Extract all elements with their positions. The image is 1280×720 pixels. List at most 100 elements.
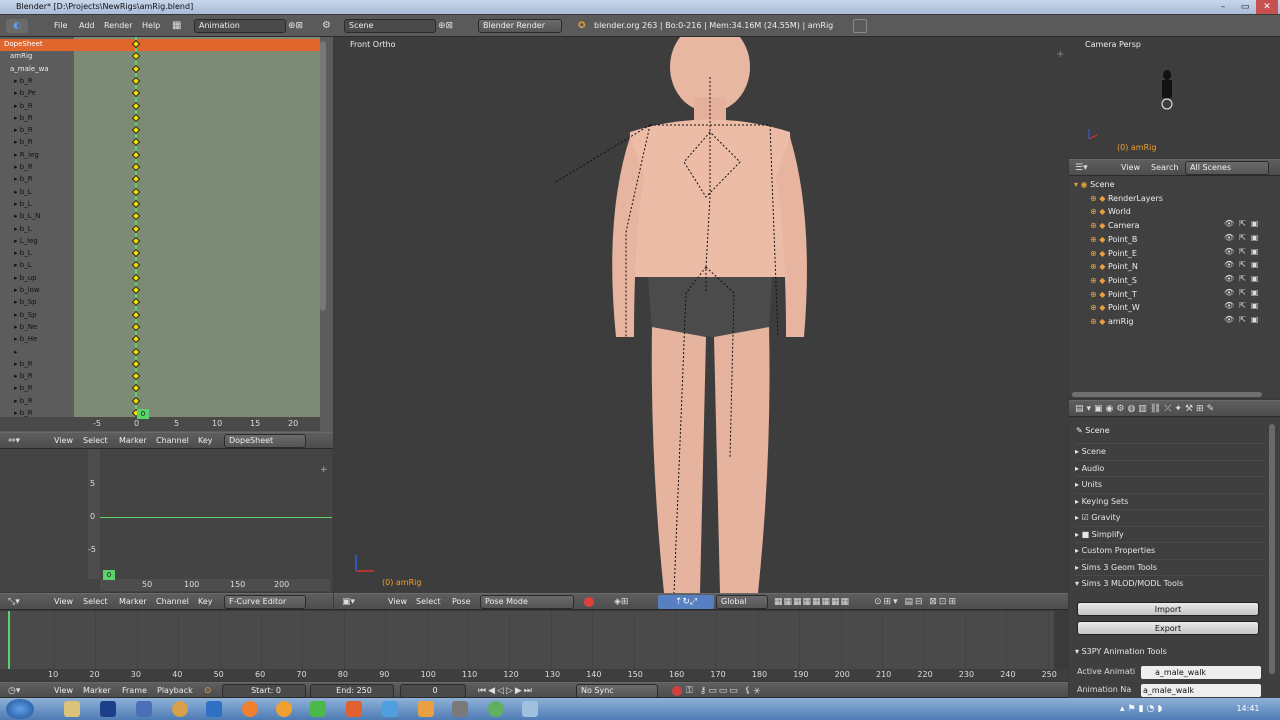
- outliner-menu-search[interactable]: Search: [1151, 160, 1178, 176]
- properties-panel-header[interactable]: ▸ Units: [1075, 476, 1265, 492]
- editor-type-icon[interactable]: ◐: [6, 19, 28, 33]
- dopesheet-channel-row[interactable]: ▸ b_L: [14, 224, 82, 235]
- blender-taskbar-icon[interactable]: [418, 701, 434, 717]
- app-taskbar-icon-5[interactable]: [488, 701, 504, 717]
- dopesheet-summary-row[interactable]: DopeSheet: [4, 39, 72, 50]
- dope-menu-view[interactable]: View: [54, 433, 73, 449]
- animation-name-field[interactable]: a_male_walk: [1141, 684, 1261, 697]
- system-tray-icons[interactable]: ▴⚑▮◔◗: [1120, 702, 1216, 716]
- outliner-scrollbar[interactable]: [1072, 392, 1262, 397]
- sync-mode-dropdown[interactable]: No Sync: [576, 684, 658, 698]
- outliner-item[interactable]: ▾ ◉ Scene: [1074, 178, 1264, 191]
- app-taskbar-icon-1[interactable]: [310, 701, 326, 717]
- playback-controls[interactable]: ⏮◀◁▷▶⏭: [478, 684, 570, 698]
- photoshop-taskbar-icon[interactable]: [100, 701, 116, 717]
- timeline-menu-marker[interactable]: Marker: [83, 683, 111, 699]
- dopesheet-channel-row[interactable]: ▸ b_Pe: [14, 88, 82, 99]
- menu-render[interactable]: Render: [104, 15, 132, 37]
- dopesheet-object-row[interactable]: amRig: [10, 51, 78, 62]
- 3d-viewport[interactable]: Front Ortho + (0) amRig: [334, 37, 1068, 593]
- dope-menu-select[interactable]: Select: [83, 433, 108, 449]
- anim-panel-header[interactable]: ▾ S3PY Animation Tools: [1075, 644, 1265, 660]
- dopesheet-editor-icon[interactable]: ⇔▾: [8, 435, 30, 447]
- browser-taskbar-icon[interactable]: [276, 701, 292, 717]
- visibility-icons[interactable]: 👁⇱▣: [1224, 315, 1263, 324]
- layout-field[interactable]: Animation: [194, 19, 286, 33]
- menu-file[interactable]: File: [54, 15, 67, 37]
- pin-icon[interactable]: ✎: [1076, 426, 1085, 435]
- dopesheet-channel-row[interactable]: ▸ b_L: [14, 248, 82, 259]
- dopesheet-channel-row[interactable]: ▸ b_R: [14, 383, 82, 394]
- dopesheet-channel-row[interactable]: ▸ b_R: [14, 371, 82, 382]
- dopesheet-channel-row[interactable]: ▸ b_R: [14, 125, 82, 136]
- properties-panel-header[interactable]: ▸ Sims 3 Geom Tools: [1075, 558, 1265, 575]
- dopesheet-ruler[interactable]: -5 0 5 10 15 20: [0, 417, 320, 431]
- record-icon[interactable]: [672, 686, 682, 696]
- graph-menu-marker[interactable]: Marker: [119, 594, 147, 610]
- end-frame-field[interactable]: End: 250: [310, 684, 394, 698]
- timeline-menu-frame[interactable]: Frame: [122, 683, 147, 699]
- visibility-icons[interactable]: 👁⇱▣: [1224, 260, 1263, 269]
- properties-panel-header[interactable]: ▸ Scene: [1075, 443, 1265, 459]
- current-frame-field[interactable]: 0: [400, 684, 466, 698]
- dopesheet-channel-row[interactable]: ▸ b_L_N: [14, 211, 82, 222]
- outliner-menu-view[interactable]: View: [1121, 160, 1140, 176]
- dopesheet-channel-row[interactable]: ▸ b_R: [14, 76, 82, 87]
- camera-viewport[interactable]: Camera Persp (0) amRig: [1069, 37, 1280, 158]
- dopesheet-action-row[interactable]: a_male_wa: [10, 64, 78, 75]
- dope-menu-key[interactable]: Key: [198, 433, 213, 449]
- dopesheet-channel-row[interactable]: ▸ b_L: [14, 260, 82, 271]
- scene-field[interactable]: Scene: [344, 19, 436, 33]
- save-taskbar-icon[interactable]: [136, 701, 152, 717]
- dopesheet-channel-row[interactable]: ▸ b_Sp: [14, 310, 82, 321]
- dopesheet-channel-row[interactable]: ▸ b_low: [14, 285, 82, 296]
- graph-menu-key[interactable]: Key: [198, 594, 213, 610]
- explorer-taskbar-icon[interactable]: [64, 701, 80, 717]
- visibility-icons[interactable]: 👁⇱▣: [1224, 247, 1263, 256]
- dopesheet-channel-row[interactable]: ▸ b_L: [14, 187, 82, 198]
- timeline-editor[interactable]: [0, 611, 1068, 681]
- viewport-menu-view[interactable]: View: [388, 594, 407, 610]
- start-button[interactable]: [6, 699, 34, 719]
- dopesheet-channel-row[interactable]: ▸ b_up: [14, 273, 82, 284]
- dopesheet-channel-row[interactable]: ▸ L_leg: [14, 236, 82, 247]
- export-button[interactable]: Export: [1077, 621, 1259, 635]
- dopesheet-channel-row[interactable]: ▸ b_Sp: [14, 297, 82, 308]
- app-taskbar-icon-4[interactable]: [452, 701, 468, 717]
- visibility-icons[interactable]: 👁⇱▣: [1224, 274, 1263, 283]
- dopesheet-channel-row[interactable]: ▸ b_R: [14, 162, 82, 173]
- app-taskbar-icon-6[interactable]: [522, 701, 538, 717]
- outliner-item[interactable]: ⊕ ◆ World: [1090, 205, 1280, 218]
- outliner-item[interactable]: ⊕ ◆ RenderLayers: [1090, 192, 1280, 205]
- dopesheet-channel-row[interactable]: ▸: [14, 347, 82, 358]
- properties-panel-header[interactable]: ▸ Custom Properties: [1075, 542, 1265, 558]
- dopesheet-key-area[interactable]: [74, 37, 320, 422]
- import-button[interactable]: Import: [1077, 602, 1259, 616]
- transform-orientation-dropdown[interactable]: Global: [716, 595, 768, 609]
- active-animation-field[interactable]: a_male_walk: [1141, 666, 1261, 679]
- graph-editor-icon[interactable]: ⤡▾: [8, 596, 30, 608]
- properties-panel-header[interactable]: ▸ ■ Simplify: [1075, 525, 1265, 542]
- dopesheet-mode-dropdown[interactable]: DopeSheet: [224, 434, 306, 448]
- graph-menu-select[interactable]: Select: [83, 594, 108, 610]
- panel-checkbox[interactable]: ■: [1082, 530, 1092, 539]
- dopesheet-channel-row[interactable]: ▸ b_R: [14, 113, 82, 124]
- graph-add-icon[interactable]: +: [320, 465, 330, 475]
- firefox-taskbar-icon[interactable]: [242, 701, 258, 717]
- outliner-editor-icon[interactable]: ☰▾: [1075, 162, 1097, 174]
- layer-buttons[interactable]: ▦▦▦▦▦▦▦▦: [774, 596, 850, 608]
- fullscreen-icon[interactable]: [853, 19, 867, 33]
- properties-panel-header[interactable]: ▸ Audio: [1075, 459, 1265, 476]
- dopesheet-channel-row[interactable]: ▸ b_R: [14, 359, 82, 370]
- outliner-filter-dropdown[interactable]: All Scenes: [1185, 161, 1269, 175]
- dopesheet-channel-row[interactable]: ▸ b_Ne: [14, 322, 82, 333]
- menu-help[interactable]: Help: [142, 15, 160, 37]
- pivot-icon[interactable]: ◈⊞: [614, 596, 650, 608]
- layout-grid-icon[interactable]: ▦: [172, 20, 184, 32]
- chrome-taskbar-icon[interactable]: [172, 701, 188, 717]
- dopesheet-channel-row[interactable]: ▸ b_He: [14, 334, 82, 345]
- shading-mode-icon[interactable]: [584, 597, 594, 607]
- graph-editor[interactable]: 5 0 -5 + 50 100 150 200 0: [0, 449, 333, 592]
- dopesheet-channel-row[interactable]: ▸ R_leg: [14, 150, 82, 161]
- properties-scrollbar[interactable]: [1269, 424, 1275, 674]
